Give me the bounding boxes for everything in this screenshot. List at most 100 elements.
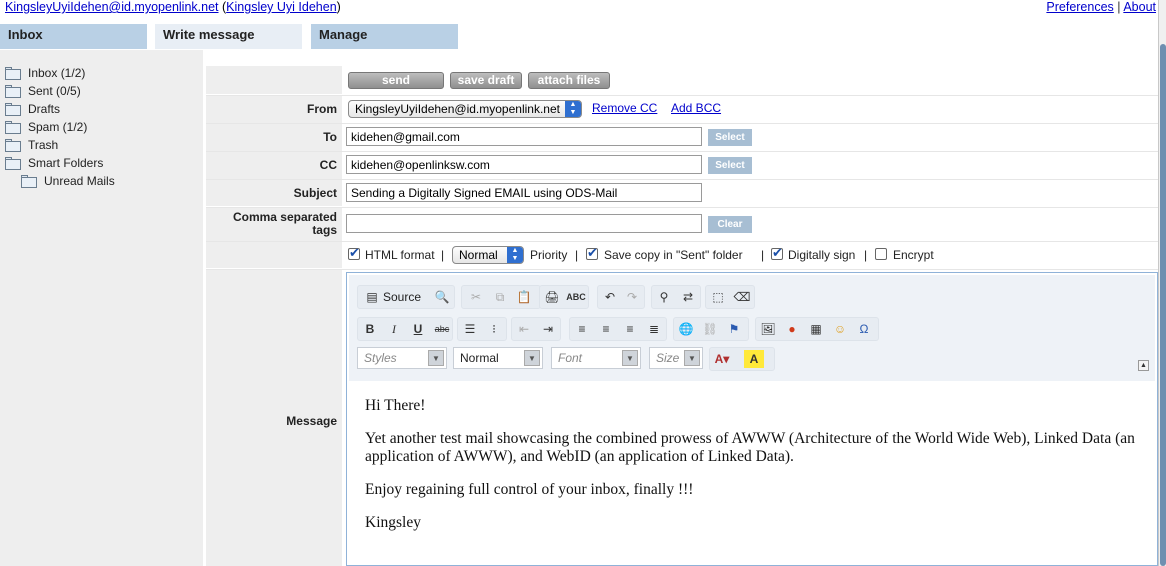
account-name-link[interactable]: Kingsley Uyi Idehen <box>226 0 336 14</box>
cut-icon[interactable]: ✂ <box>466 288 486 306</box>
message-body[interactable]: Hi There! Yet another test mail showcasi… <box>357 383 1147 561</box>
underline-icon[interactable]: U <box>408 320 428 338</box>
from-select-value: KingsleyUyiIdehen@id.myopenlink.net <box>355 102 560 116</box>
numbered-list-icon[interactable]: ☰ <box>460 320 480 338</box>
styles-combo[interactable]: Styles ▼ <box>357 347 447 369</box>
html-format-checkbox[interactable] <box>348 245 360 261</box>
source-button-label[interactable]: Source <box>383 290 421 304</box>
table-icon[interactable]: ▦ <box>806 320 826 338</box>
digitally-sign-checkbox[interactable] <box>771 245 783 261</box>
format-combo[interactable]: Normal ▼ <box>453 347 543 369</box>
size-combo[interactable]: Size ▼ <box>649 347 703 369</box>
toolbar-group: ↶ ↷ <box>597 285 645 309</box>
indent-icon[interactable]: ⇥ <box>538 320 558 338</box>
align-justify-icon[interactable]: ≣ <box>644 320 664 338</box>
text-color-icon[interactable]: A▾ <box>712 350 732 368</box>
save-draft-button[interactable]: save draft <box>450 72 522 89</box>
anchor-icon[interactable]: ⚑ <box>724 320 744 338</box>
toolbar-group: 🌐 ⛓ ⚑ <box>673 317 749 341</box>
about-link[interactable]: About <box>1123 0 1156 14</box>
from-label: From <box>206 96 342 123</box>
folder-inbox[interactable]: Inbox (1/2) <box>4 64 85 82</box>
page-scrollbar[interactable] <box>1158 0 1166 566</box>
special-char-icon[interactable]: Ω <box>854 320 874 338</box>
preview-icon[interactable]: 🔍 <box>432 288 452 306</box>
select-to-button[interactable]: Select <box>708 129 752 146</box>
align-left-icon[interactable]: ≡ <box>572 320 592 338</box>
folder-label: Trash <box>28 138 59 152</box>
toolbar-group: B I U abc <box>357 317 453 341</box>
remove-cc-link[interactable]: Remove CC <box>592 101 657 115</box>
tags-label: Comma separated tags <box>206 208 342 241</box>
action-label-cell <box>206 66 342 94</box>
find-icon[interactable]: ⚲ <box>654 288 674 306</box>
priority-select-value: Normal <box>459 248 498 262</box>
bold-icon[interactable]: B <box>360 320 380 338</box>
flash-icon[interactable]: ● <box>782 320 802 338</box>
folder-trash[interactable]: Trash <box>4 136 58 154</box>
to-field[interactable] <box>346 127 702 146</box>
size-combo-value: Size <box>656 351 680 365</box>
source-icon[interactable]: ▤ <box>362 288 382 306</box>
subject-field[interactable] <box>346 183 702 202</box>
select-all-icon[interactable]: ⬚ <box>708 288 728 306</box>
account-email-link[interactable]: KingsleyUyiIdehen@id.myopenlink.net <box>5 0 219 14</box>
folder-sent[interactable]: Sent (0/5) <box>4 82 81 100</box>
image-icon[interactable]: 🖼 <box>758 320 778 338</box>
background-color-icon[interactable]: A <box>744 350 764 368</box>
select-cc-button[interactable]: Select <box>708 157 752 174</box>
folder-icon <box>4 102 22 116</box>
link-icon[interactable]: 🌐 <box>676 320 696 338</box>
toolbar-group: 🖼 ● ▦ ☺ Ω <box>755 317 879 341</box>
folder-spam[interactable]: Spam (1/2) <box>4 118 87 136</box>
outdent-icon[interactable]: ⇤ <box>514 320 534 338</box>
send-message-button[interactable]: send message <box>348 72 444 102</box>
folder-smart-folders[interactable]: Smart Folders <box>4 154 103 172</box>
add-bcc-link[interactable]: Add BCC <box>671 101 721 115</box>
folder-label: Unread Mails <box>44 174 115 188</box>
smiley-icon[interactable]: ☺ <box>830 320 850 338</box>
dropdown-arrow-icon: ▼ <box>684 350 700 366</box>
priority-select[interactable]: Normal ▲ ▼ <box>452 246 524 264</box>
folder-unread-mails[interactable]: Unread Mails <box>20 172 115 190</box>
preferences-link[interactable]: Preferences <box>1046 0 1113 14</box>
align-right-icon[interactable]: ≡ <box>620 320 640 338</box>
options-label-cell <box>206 242 342 268</box>
paren-close: ) <box>336 0 341 14</box>
italic-icon[interactable]: I <box>384 320 404 338</box>
toolbar-group: ⚲ ⇄ <box>651 285 701 309</box>
strikethrough-icon[interactable]: abc <box>432 320 452 338</box>
encrypt-label: Encrypt <box>893 248 934 262</box>
scrollbar-thumb[interactable] <box>1160 44 1166 566</box>
copy-icon[interactable]: ⧉ <box>490 288 510 306</box>
folder-drafts[interactable]: Drafts <box>4 100 60 118</box>
font-combo[interactable]: Font ▼ <box>551 347 641 369</box>
collapse-toolbar-icon[interactable]: ▲ <box>1138 360 1149 371</box>
cc-field[interactable] <box>346 155 702 174</box>
bulleted-list-icon[interactable]: ⁝ <box>484 320 504 338</box>
from-select[interactable]: KingsleyUyiIdehen@id.myopenlink.net ▲ ▼ <box>348 100 582 118</box>
tags-field[interactable] <box>346 214 702 233</box>
clear-tags-button[interactable]: Clear <box>708 216 752 233</box>
option-separator: | <box>441 248 445 262</box>
tab-inbox[interactable]: Inbox <box>0 24 147 49</box>
paste-icon[interactable]: 📋 <box>514 288 534 306</box>
save-copy-checkbox[interactable] <box>586 245 598 261</box>
spellcheck-icon[interactable]: ABC <box>566 288 586 306</box>
folder-label: Spam (1/2) <box>28 120 88 134</box>
message-label: Message <box>206 270 342 566</box>
print-icon[interactable]: 🖨 <box>542 288 562 306</box>
redo-icon[interactable]: ↷ <box>622 288 642 306</box>
folder-icon <box>4 66 22 80</box>
unlink-icon[interactable]: ⛓ <box>700 320 720 338</box>
align-center-icon[interactable]: ≡ <box>596 320 616 338</box>
tab-write-message[interactable]: Write message <box>155 24 302 49</box>
tab-manage[interactable]: Manage <box>311 24 458 49</box>
encrypt-checkbox[interactable] <box>875 248 887 260</box>
replace-icon[interactable]: ⇄ <box>678 288 698 306</box>
format-combo-value: Normal <box>460 351 499 365</box>
remove-format-icon[interactable]: ⌫ <box>732 288 752 306</box>
attach-files-button[interactable]: attach files <box>528 72 610 89</box>
undo-icon[interactable]: ↶ <box>600 288 620 306</box>
digitally-sign-label: Digitally sign <box>788 248 856 262</box>
